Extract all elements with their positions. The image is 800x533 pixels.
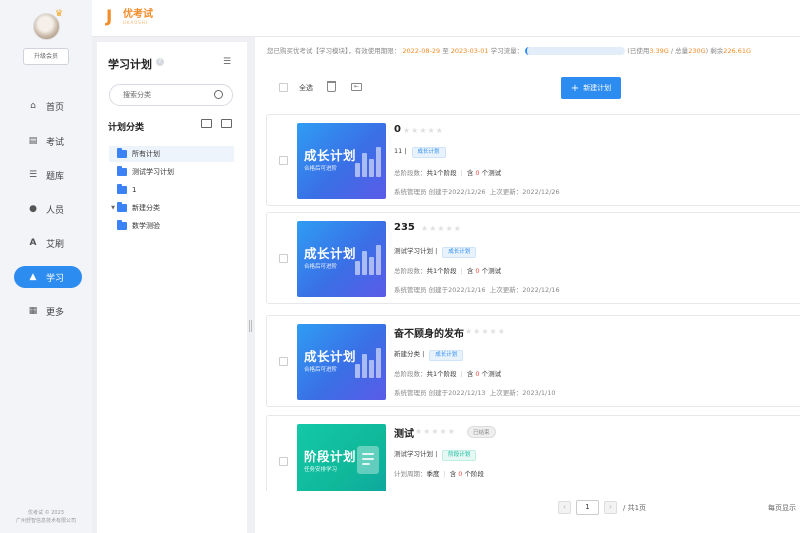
plan-type-tag: 成长计划 xyxy=(411,147,446,158)
graduation-cap-icon: ▲ xyxy=(29,272,37,282)
nav-item-home[interactable]: ⌂ 首页 xyxy=(14,95,82,117)
grid-icon: ▦ xyxy=(28,306,38,316)
category-search-input[interactable]: 搜索分类 xyxy=(109,84,233,106)
plan-checkbox[interactable] xyxy=(279,357,288,366)
growth-chart-icon xyxy=(355,344,381,378)
folder-icon xyxy=(117,148,127,158)
plan-name[interactable]: 0 xyxy=(394,124,401,135)
rating-stars: ★★★★★ xyxy=(421,224,462,233)
logo-icon: J xyxy=(106,7,113,27)
tree-item[interactable]: ▼ 新建分类 xyxy=(109,200,234,216)
per-page-label: 每页显示 xyxy=(768,504,796,512)
pagination: ‹ 1 › / 共1页 xyxy=(558,500,646,515)
trash-icon[interactable] xyxy=(327,81,336,92)
move-to-icon[interactable]: ⇤ xyxy=(351,83,362,91)
plan-meta: 系统管理员 创建于2022/12/13 上次更新：2023/1/10 xyxy=(394,389,556,397)
status-badge: 已结束 xyxy=(467,426,496,438)
question-bank-icon: ☰ xyxy=(28,170,38,180)
plan-category: 测试学习计划 | 阶段计划 xyxy=(394,448,477,461)
nav-item-more[interactable]: ▦ 更多 xyxy=(14,300,82,322)
tree-item[interactable]: 数学测验 xyxy=(109,218,234,234)
folder-icon xyxy=(117,202,127,212)
page-total: / 共1页 xyxy=(623,503,647,512)
plan-checkbox[interactable] xyxy=(279,457,288,466)
plan-card[interactable]: 成长计划 合格后可进阶 235 ★★★★★ 测试学习计划 | 成长计划 总阶段数：… xyxy=(266,212,800,304)
plan-name[interactable]: 235 xyxy=(394,222,415,233)
plan-checkbox[interactable] xyxy=(279,254,288,263)
help-icon[interactable]: ? xyxy=(156,58,164,66)
search-icon[interactable] xyxy=(214,90,223,99)
plan-card[interactable]: 阶段计划 任务安排学习 测试 ★★★★★ 已结束 测试学习计划 | 阶段计划 计划… xyxy=(266,415,800,491)
next-page-button[interactable]: › xyxy=(604,501,617,514)
nav-item-aishua[interactable]: A 艾刷 xyxy=(14,232,82,254)
copyright: 优考试 © 2023 广州舒智信息技术有限公司 xyxy=(15,510,76,524)
flow-usage-bar xyxy=(525,47,626,55)
main-content: 您已购买优考试【学习模块】，有效使用期限： 2022-08-29 至 2023-… xyxy=(255,37,800,533)
left-nav: ♛ 升级会员 ⌂ 首页 ▤ 考试 ☰ 题库 ● 人员 A 艾刷 ▲ 学习 ▦ 更多 优考试 ©… xyxy=(0,0,92,533)
plan-cover[interactable]: 成长计划 合格后可进阶 xyxy=(297,324,386,400)
tree-item[interactable]: 测试学习计划 xyxy=(109,164,234,180)
plan-type-tag: 阶段计划 xyxy=(442,450,477,461)
top-bar: J 优考试 UKAOSHI xyxy=(92,0,800,37)
home-icon: ⌂ xyxy=(30,101,36,111)
tree-item-all-plans[interactable]: 所有计划 xyxy=(109,146,234,162)
plan-category: 11 | 成长计划 xyxy=(394,147,446,158)
plan-name[interactable]: 测试 xyxy=(394,425,414,440)
plan-name[interactable]: 奋不顾身的发布 xyxy=(394,325,464,340)
expand-caret-icon[interactable]: ▼ xyxy=(109,205,117,211)
user-icon: ● xyxy=(29,204,37,214)
plan-type-tag: 成长计划 xyxy=(429,350,464,361)
upgrade-button[interactable]: 升级会员 xyxy=(23,48,69,65)
plan-card[interactable]: 成长计划 合格后可进阶 奋不顾身的发布 ★★★★★ 新建分类 | 成长计划 总阶段… xyxy=(266,315,800,407)
plan-type-tag: 成长计划 xyxy=(442,247,477,258)
document-icon xyxy=(357,446,379,474)
plan-checkbox[interactable] xyxy=(279,156,288,165)
panel-splitter[interactable] xyxy=(247,42,255,533)
plan-stats: 总阶段数：共1个阶段 | 含 0 个测试 xyxy=(394,267,502,275)
growth-chart-icon xyxy=(355,143,381,177)
letter-a-icon: A xyxy=(29,238,37,248)
page-number-input[interactable]: 1 xyxy=(576,500,599,515)
plan-category: 新建分类 | 成长计划 xyxy=(394,348,464,361)
plan-stats: 总阶段数：共1个阶段 | 含 0 个测试 xyxy=(394,169,502,177)
nav-item-study[interactable]: ▲ 学习 xyxy=(14,266,82,288)
rating-stars: ★★★★★ xyxy=(415,427,456,436)
add-folder-icon[interactable] xyxy=(201,119,212,128)
plan-meta: 系统管理员 创建于2022/12/26 上次更新：2022/12/26 xyxy=(394,188,560,196)
collapse-panel-icon[interactable]: ☰ xyxy=(223,57,233,67)
exam-icon: ▤ xyxy=(28,136,38,146)
add-subfolder-icon[interactable] xyxy=(221,119,232,128)
select-all-label[interactable]: 全选 xyxy=(299,83,313,93)
category-section-title: 计划分类 xyxy=(108,123,145,133)
panel-title: 学习计划 xyxy=(108,58,152,71)
plan-cover[interactable]: 阶段计划 任务安排学习 xyxy=(297,424,386,491)
brand-logo[interactable]: J 优考试 UKAOSHI xyxy=(106,8,153,26)
folder-icon xyxy=(117,184,127,194)
plan-cover[interactable]: 成长计划 合格后可进阶 xyxy=(297,123,386,199)
plan-cover[interactable]: 成长计划 合格后可进阶 xyxy=(297,221,386,297)
rating-stars: ★★★★★ xyxy=(403,126,444,135)
folder-icon xyxy=(117,166,127,176)
plan-card[interactable]: 成长计划 合格后可进阶 0 ★★★★★ 11 | 成长计划 总阶段数：共1个阶段 |… xyxy=(266,114,800,206)
category-panel: 学习计划 ? ☰ 搜索分类 计划分类 所有计划 测试学习计划 1 ▼ 新建分类 数… xyxy=(97,42,247,533)
select-all-checkbox[interactable] xyxy=(279,83,288,92)
nav-item-question-bank[interactable]: ☰ 题库 xyxy=(14,164,82,186)
prev-page-button[interactable]: ‹ xyxy=(558,501,571,514)
subscription-notice: 您已购买优考试【学习模块】，有效使用期限： 2022-08-29 至 2023-… xyxy=(267,47,752,55)
new-plan-button[interactable]: + 新建计划 xyxy=(561,77,621,99)
plan-category: 测试学习计划 | 成长计划 xyxy=(394,245,477,258)
plan-stats: 计划周期：季度 | 含 0 个阶段 xyxy=(394,470,484,478)
plan-meta: 系统管理员 创建于2022/12/16 上次更新：2022/12/16 xyxy=(394,286,560,294)
nav-item-exam[interactable]: ▤ 考试 xyxy=(14,130,82,152)
rating-stars: ★★★★★ xyxy=(465,327,506,336)
plan-stats: 总阶段数：共1个阶段 | 含 0 个测试 xyxy=(394,370,502,378)
folder-icon xyxy=(117,220,127,230)
crown-icon: ♛ xyxy=(55,9,64,19)
tree-item[interactable]: 1 xyxy=(109,182,234,198)
growth-chart-icon xyxy=(355,241,381,275)
nav-item-users[interactable]: ● 人员 xyxy=(14,198,82,220)
